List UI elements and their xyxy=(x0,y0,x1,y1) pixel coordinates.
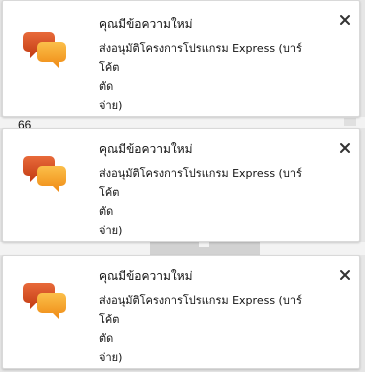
notification-line: จ่าย) xyxy=(99,351,123,364)
notification-title: คุณมีข้อความใหม่ xyxy=(99,17,193,31)
notification-line: จ่าย) xyxy=(99,224,123,237)
notification-line: ตัด xyxy=(99,80,114,93)
notification-card[interactable]: คุณมีข้อความใหม่ ส่งอนุมัติโครงการโปรแกร… xyxy=(2,128,360,242)
notification-line: ส่งอนุมัติโครงการโปรแกรม Express (บาร์ xyxy=(99,294,302,307)
chat-bubbles-icon xyxy=(22,28,68,68)
notification-card[interactable]: คุณมีข้อความใหม่ ส่งอนุมัติโครงการโปรแกร… xyxy=(2,255,360,369)
notification-title: คุณมีข้อความใหม่ xyxy=(99,142,193,156)
notification-line: โค้ต xyxy=(99,186,120,199)
chat-bubbles-icon xyxy=(22,279,68,319)
chat-bubbles-icon xyxy=(22,152,68,192)
background-strip xyxy=(0,117,365,128)
notification-card[interactable]: คุณมีข้อความใหม่ ส่งอนุมัติโครงการโปรแกร… xyxy=(2,0,360,117)
background-mark xyxy=(344,118,356,126)
notification-line: โค้ต xyxy=(99,61,120,74)
notification-text: คุณมีข้อความใหม่ ส่งอนุมัติโครงการโปรแกร… xyxy=(99,15,329,115)
notification-line: ส่งอนุมัติโครงการโปรแกรม Express (บาร์ xyxy=(99,42,302,55)
close-icon[interactable] xyxy=(339,139,351,153)
notification-line: ตัด xyxy=(99,332,114,345)
close-icon[interactable] xyxy=(339,11,351,25)
notification-title: คุณมีข้อความใหม่ xyxy=(99,269,193,283)
notification-text: คุณมีข้อความใหม่ ส่งอนุมัติโครงการโปรแกร… xyxy=(99,140,329,240)
notification-line: โค้ต xyxy=(99,313,120,326)
notification-line: ส่งอนุมัติโครงการโปรแกรม Express (บาร์ xyxy=(99,167,302,180)
notification-text: คุณมีข้อความใหม่ ส่งอนุมัติโครงการโปรแกร… xyxy=(99,267,329,367)
background-notch xyxy=(199,242,209,247)
notification-line: จ่าย) xyxy=(99,99,123,112)
close-icon[interactable] xyxy=(339,266,351,280)
notification-line: ตัด xyxy=(99,205,114,218)
